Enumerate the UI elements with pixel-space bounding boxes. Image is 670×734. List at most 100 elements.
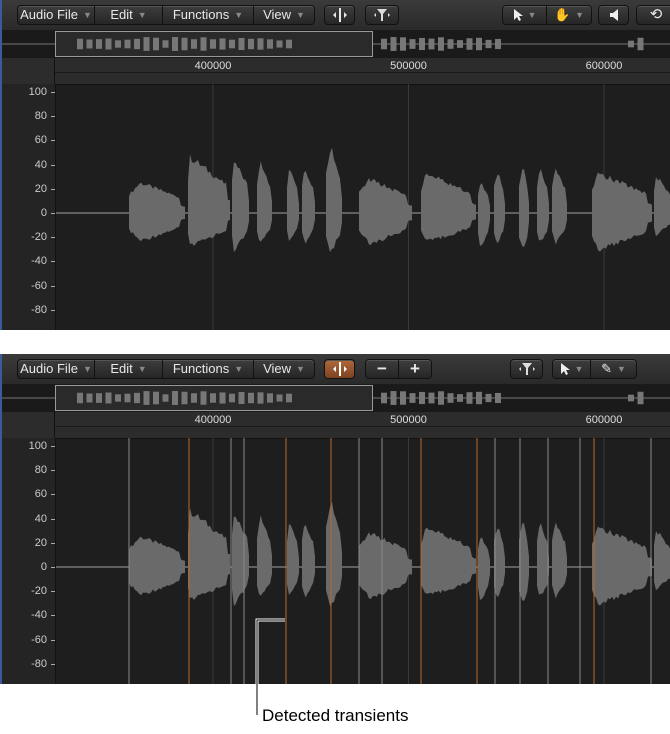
toolbar: Audio File ▼ Edit ▼ Functions ▼ View ▼ ▼ ✋ ▼ ⟲ [2, 0, 670, 31]
chevron-down-icon: ▼ [616, 364, 626, 374]
menu-audio-file-label: Audio File [20, 7, 78, 22]
menu-functions-label: Functions [172, 7, 230, 22]
ruler-label: 500000 [390, 60, 427, 72]
chevron-down-icon: ▼ [575, 10, 585, 20]
ruler-divider [55, 426, 670, 427]
hand-tool-menu[interactable]: ✋ ▼ [547, 5, 592, 25]
waveform-region [552, 168, 567, 245]
waveform-region [326, 147, 342, 253]
waveform-region [129, 536, 185, 596]
waveform-region [257, 161, 272, 242]
pencil-tool-icon: ✎ [601, 361, 612, 376]
transient-edit-mode-button[interactable] [324, 5, 355, 25]
menu-audio-file[interactable]: Audio File ▼ [17, 359, 95, 379]
waveform-region [478, 183, 490, 246]
audio-editor-transients: Audio File ▼ Edit ▼ Functions ▼ View ▼ − + ▼ ✎ ▼ 4000… [0, 354, 670, 684]
chevron-down-icon: ▼ [527, 10, 537, 20]
toolbar: Audio File ▼ Edit ▼ Functions ▼ View ▼ − + ▼ ✎ ▼ [2, 354, 670, 385]
menu-audio-file[interactable]: Audio File ▼ [17, 5, 95, 25]
pencil-tool-menu[interactable]: ✎ ▼ [591, 359, 637, 379]
chevron-down-icon: ▼ [296, 364, 305, 374]
chevron-down-icon: ▼ [137, 364, 147, 374]
plus-icon: + [410, 359, 420, 378]
ruler-label: 400000 [194, 414, 232, 426]
pointer-tool-icon [513, 8, 523, 22]
waveform-region [302, 524, 315, 598]
waveform-region [257, 515, 272, 596]
menu-view[interactable]: View ▼ [254, 359, 315, 379]
ruler-corner [2, 412, 55, 438]
pointer-tool-menu[interactable]: ▼ [552, 359, 591, 379]
menu-view[interactable]: View ▼ [254, 5, 315, 25]
waveform-region [654, 531, 670, 591]
strip-silence-icon [373, 8, 391, 22]
loop-icon: ⟲ [649, 6, 663, 23]
pointer-tool-menu[interactable]: ▼ [502, 5, 547, 25]
chevron-down-icon: ▼ [296, 10, 305, 20]
ruler-corner [2, 58, 55, 84]
menu-audio-file-label: Audio File [20, 361, 78, 376]
waveform-region [592, 172, 652, 252]
waveform-region [287, 169, 299, 241]
loop-button[interactable]: ⟲ [636, 5, 670, 25]
waveform-region [421, 173, 476, 240]
zoom-in-transients-button[interactable]: + [399, 359, 432, 379]
hand-tool-icon: ✋ [553, 7, 571, 22]
chevron-down-icon: ▼ [137, 10, 147, 20]
waveform-region [519, 169, 529, 247]
waveform-region [537, 169, 549, 241]
waveform-region [129, 182, 185, 242]
waveform-region [421, 527, 476, 594]
sample-ruler[interactable]: 400000 500000 600000 [2, 58, 670, 85]
overview-waveform[interactable] [2, 30, 670, 59]
menu-edit-label: Edit [110, 361, 133, 376]
minus-icon: − [377, 359, 387, 378]
ruler-label: 400000 [194, 60, 232, 72]
chevron-down-icon: ▼ [234, 10, 244, 20]
waveform-region [232, 162, 249, 252]
menu-functions-label: Functions [172, 361, 230, 376]
transient-edit-mode-icon [332, 8, 348, 22]
transient-edit-mode-icon [332, 362, 348, 376]
waveform-region [287, 523, 299, 595]
waveform-region [359, 532, 412, 599]
ruler-label: 600000 [585, 60, 623, 72]
ruler-label: 500000 [390, 414, 427, 426]
waveform-region [188, 508, 230, 600]
waveform-region [494, 174, 505, 244]
menu-edit-label: Edit [110, 7, 133, 22]
waveform-region [478, 537, 490, 600]
overview-waveform[interactable] [2, 384, 670, 413]
zoom-out-transients-button[interactable]: − [365, 359, 399, 379]
menu-edit[interactable]: Edit ▼ [95, 359, 163, 379]
speaker-button[interactable] [598, 5, 629, 25]
menu-view-label: View [263, 7, 292, 22]
chevron-down-icon: ▼ [574, 364, 584, 374]
sample-ruler[interactable]: 400000 500000 600000 [2, 412, 670, 439]
waveform-region [537, 523, 549, 595]
waveform-region [302, 170, 315, 244]
strip-silence-button[interactable] [365, 5, 399, 25]
chevron-down-icon: ▼ [82, 364, 92, 374]
strip-silence-icon [518, 362, 536, 376]
waveform-region [654, 177, 670, 237]
strip-silence-button[interactable] [510, 359, 543, 379]
chevron-down-icon: ▼ [82, 10, 92, 20]
ruler-divider [55, 72, 670, 73]
chevron-down-icon: ▼ [234, 364, 244, 374]
menu-functions[interactable]: Functions ▼ [163, 359, 254, 379]
waveform-region [494, 528, 505, 598]
waveform-region [592, 526, 652, 606]
menu-edit[interactable]: Edit ▼ [95, 5, 163, 25]
waveform-region [359, 178, 412, 245]
menu-functions[interactable]: Functions ▼ [163, 5, 254, 25]
ruler-label: 600000 [585, 414, 623, 426]
waveform-region [188, 154, 230, 246]
audio-editor-before: Audio File ▼ Edit ▼ Functions ▼ View ▼ ▼ ✋ ▼ ⟲ 40000… [0, 0, 670, 330]
transient-edit-mode-button[interactable] [324, 359, 355, 379]
waveform-display[interactable]: 100 80 60 40 20 0 -20 -40 -60 -80 [2, 84, 670, 330]
waveform-region [232, 516, 249, 606]
menu-view-label: View [263, 361, 292, 376]
waveform-display[interactable]: 100 80 60 40 20 0 -20 -40 -60 -80 [2, 438, 670, 684]
pointer-tool-icon [560, 362, 570, 376]
